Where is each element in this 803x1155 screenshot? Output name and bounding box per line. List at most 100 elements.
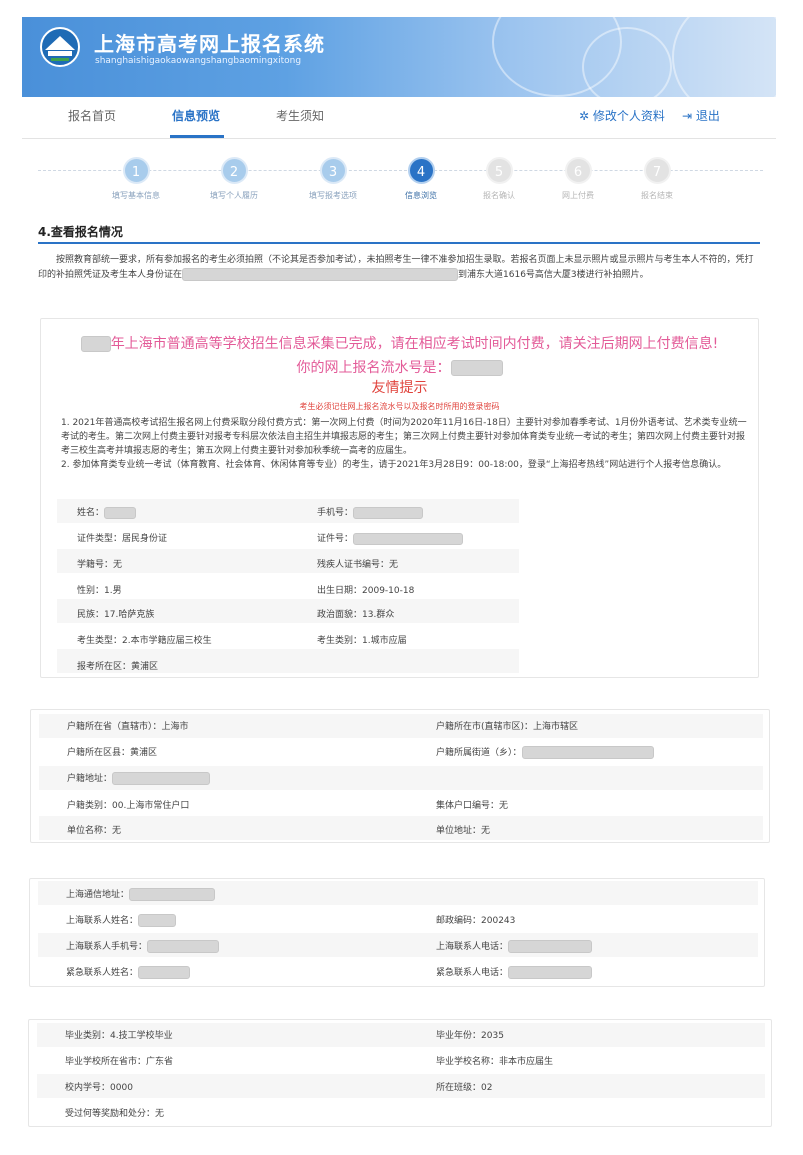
field-value: 1.男 bbox=[104, 586, 122, 596]
active-tab-indicator bbox=[170, 135, 224, 138]
field-value: 4.技工学校毕业 bbox=[110, 1031, 173, 1041]
field-label: 户籍类别： bbox=[67, 801, 113, 811]
field-label: 考生类别： bbox=[317, 636, 363, 646]
redacted-household-address bbox=[112, 772, 211, 785]
registration-summary-panel: 年上海市普通高等学校招生信息采集已完成，请在相应考试时间内付费，请关注后期网上付… bbox=[40, 318, 759, 678]
site-logo-icon[interactable] bbox=[39, 26, 81, 68]
field-label: 毕业年份： bbox=[436, 1031, 482, 1041]
field-disability-no: 残疾人证书编号：无 bbox=[317, 557, 398, 570]
field-label: 证件类型： bbox=[77, 534, 123, 544]
edit-profile-link[interactable]: ✲ 修改个人资料 bbox=[579, 107, 665, 124]
step-number: 5 bbox=[485, 157, 513, 184]
gear-icon: ✲ bbox=[579, 109, 590, 123]
field-value: 无 bbox=[112, 826, 122, 836]
photo-notice: 按照教育部统一要求，所有参加报名的考生必须拍照（不论其是否参加考试），未拍照考生… bbox=[38, 253, 762, 283]
field-emergency-phone: 紧急联系人电话： bbox=[436, 965, 593, 979]
tab-info-preview[interactable]: 信息预览 bbox=[172, 107, 220, 124]
step-4: 4 信息浏览 bbox=[381, 157, 461, 201]
redacted-name bbox=[104, 506, 137, 519]
field-value: 无 bbox=[113, 560, 123, 570]
field-label: 户籍所在区县： bbox=[67, 748, 131, 758]
field-exam-district: 报考所在区：黄浦区 bbox=[77, 659, 158, 672]
site-header: 上海市高考网上报名系统 shanghaishigaokaowangshangba… bbox=[22, 17, 776, 97]
redacted-serial-number bbox=[450, 360, 503, 376]
tab-exam-notice[interactable]: 考生须知 bbox=[276, 107, 324, 124]
redacted-emergency-name bbox=[138, 966, 191, 979]
field-candidate-type: 考生类型：2.本市学籍应届三校生 bbox=[77, 633, 212, 646]
step-label: 信息浏览 bbox=[405, 191, 437, 200]
row-background bbox=[39, 816, 763, 840]
field-school-name: 毕业学校名称：非本市应届生 bbox=[436, 1054, 553, 1067]
graduation-panel: 毕业类别：4.技工学校毕业 毕业年份：2035 毕业学校所在省市：广东省 毕业学… bbox=[28, 1019, 772, 1127]
field-label: 户籍所属街道（乡）： bbox=[436, 748, 522, 758]
tab-home[interactable]: 报名首页 bbox=[68, 107, 116, 124]
field-household-type: 户籍类别：00.上海市常住户口 bbox=[67, 798, 189, 811]
site-subtitle: shanghaishigaokaowangshangbaomingxitong bbox=[95, 56, 302, 66]
field-school-province: 毕业学校所在省市：广东省 bbox=[65, 1054, 173, 1067]
field-label: 学籍号： bbox=[77, 560, 114, 570]
field-id-type: 证件类型：居民身份证 bbox=[77, 531, 167, 544]
contact-panel: 上海通信地址： 上海联系人姓名： 邮政编码：200243 上海联系人手机号： 上… bbox=[29, 878, 765, 987]
field-value: 1.城市应届 bbox=[362, 636, 407, 646]
step-number: 7 bbox=[643, 157, 671, 184]
field-phone: 手机号： bbox=[317, 505, 424, 519]
field-emergency-name: 紧急联系人姓名： bbox=[66, 965, 191, 979]
row-background bbox=[57, 549, 519, 573]
field-label: 集体户口编号： bbox=[436, 801, 500, 811]
field-contact-phone: 上海联系人电话： bbox=[436, 939, 593, 953]
logout-icon: ⇥ bbox=[682, 109, 693, 123]
field-id-number: 证件号： bbox=[317, 531, 464, 545]
photo-notice-text-end: 到浦东大道1616号高信大厦3楼进行补拍照片。 bbox=[458, 270, 649, 280]
field-household-street: 户籍所属街道（乡）： bbox=[436, 745, 654, 759]
field-household-province: 户籍所在省（直辖市）：上海市 bbox=[67, 719, 189, 732]
field-ethnicity: 民族：17.哈萨克族 bbox=[77, 607, 154, 620]
redacted-contact-mobile bbox=[147, 940, 220, 953]
step-label: 填写基本信息 bbox=[112, 191, 160, 200]
tip-heading: 友情提示 bbox=[371, 380, 428, 396]
household-panel: 户籍所在省（直辖市）：上海市 户籍所在市(直辖市区)：上海市辖区 户籍所在区县：… bbox=[30, 709, 770, 843]
field-value: 13.群众 bbox=[362, 610, 395, 620]
serial-number-line: 你的网上报名流水号是： bbox=[41, 357, 758, 377]
field-value: 2.本市学籍应届三校生 bbox=[122, 636, 212, 646]
field-gender: 性别：1.男 bbox=[77, 583, 122, 596]
field-label: 毕业学校名称： bbox=[436, 1057, 500, 1067]
field-label: 残疾人证书编号： bbox=[317, 560, 390, 570]
field-label: 邮政编码： bbox=[436, 916, 482, 926]
edit-profile-label: 修改个人资料 bbox=[592, 109, 665, 123]
field-label: 证件号： bbox=[317, 534, 354, 544]
field-value: 2035 bbox=[481, 1031, 504, 1041]
logout-link[interactable]: ⇥ 退出 bbox=[682, 107, 720, 124]
field-contact-mobile: 上海联系人手机号： bbox=[66, 939, 220, 953]
field-label: 姓名： bbox=[77, 508, 105, 518]
step-number: 4 bbox=[407, 157, 435, 184]
field-label: 报考所在区： bbox=[77, 662, 132, 672]
field-label: 紧急联系人电话： bbox=[436, 968, 509, 978]
completion-message-text: 年上海市普通高等学校招生信息采集已完成，请在相应考试时间内付费，请关注后期网上付… bbox=[110, 336, 719, 352]
field-value: 无 bbox=[499, 801, 509, 811]
step-label: 报名结束 bbox=[641, 191, 673, 200]
step-5: 5 报名确认 bbox=[459, 157, 539, 201]
field-label: 毕业类别： bbox=[65, 1031, 111, 1041]
main-nav: 报名首页 信息预览 考生须知 ✲ 修改个人资料 ⇥ 退出 bbox=[22, 97, 776, 139]
redacted-emergency-phone bbox=[508, 966, 593, 979]
redacted-mailing-address bbox=[129, 888, 216, 901]
tip-note: 考生必须记住网上报名流水号以及报名时所用的登录密码 bbox=[299, 402, 500, 411]
field-household-county: 户籍所在区县：黄浦区 bbox=[67, 745, 157, 758]
field-candidate-category: 考生类别：1.城市应届 bbox=[317, 633, 407, 646]
step-number: 3 bbox=[319, 157, 347, 184]
field-graduation-year: 毕业年份：2035 bbox=[436, 1028, 504, 1041]
field-label: 单位名称： bbox=[67, 826, 113, 836]
field-value: 非本市应届生 bbox=[499, 1057, 554, 1067]
field-collective-household-no: 集体户口编号：无 bbox=[436, 798, 508, 811]
field-label: 性别： bbox=[77, 586, 105, 596]
section-divider bbox=[38, 242, 760, 244]
field-value: 02 bbox=[481, 1083, 493, 1093]
field-value: 无 bbox=[389, 560, 399, 570]
field-household-city: 户籍所在市(直辖市区)：上海市辖区 bbox=[436, 719, 578, 732]
field-class: 所在班级：02 bbox=[436, 1080, 492, 1093]
field-name: 姓名： bbox=[77, 505, 137, 519]
step-label: 填写报考选项 bbox=[309, 191, 357, 200]
redacted-contact-phone bbox=[508, 940, 593, 953]
step-label: 网上付费 bbox=[562, 191, 594, 200]
field-label: 上海联系人电话： bbox=[436, 942, 509, 952]
